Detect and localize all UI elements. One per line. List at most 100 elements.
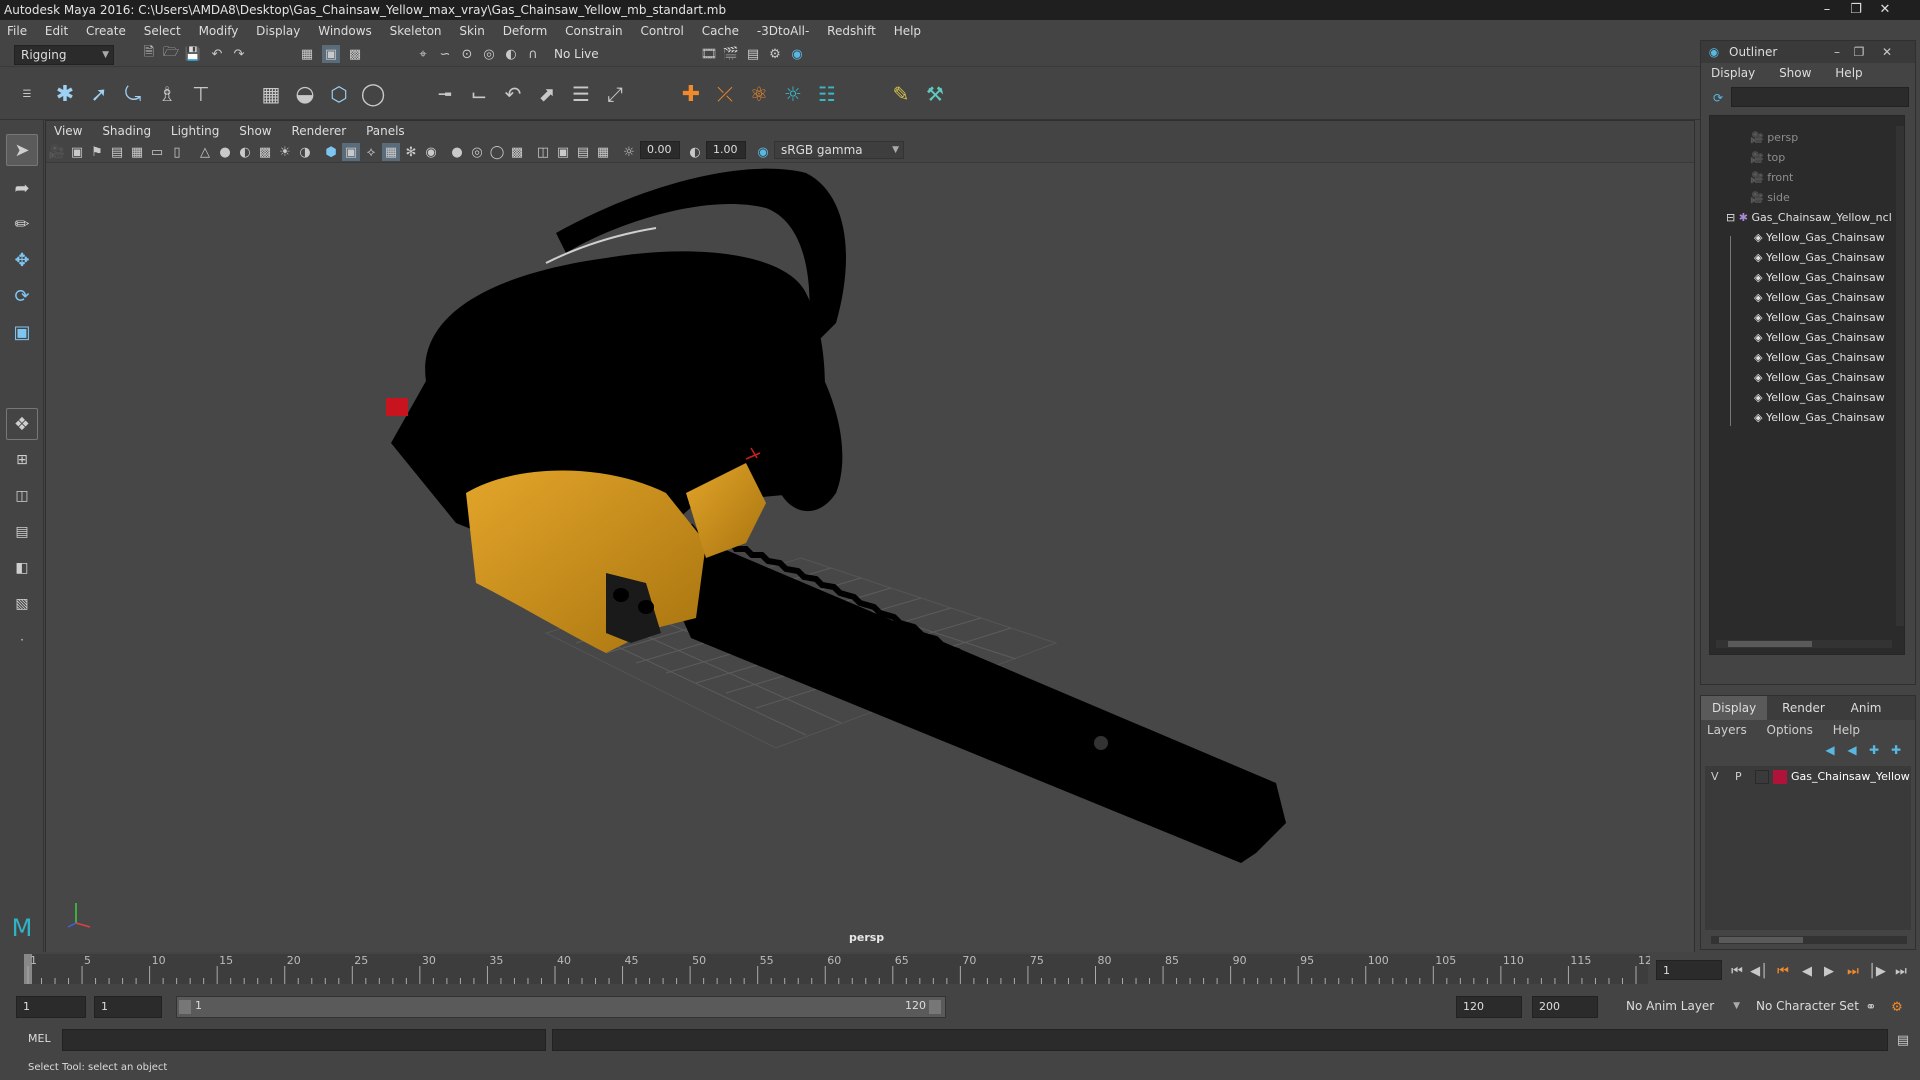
color-space-dropdown[interactable]: sRGB gamma ▼ — [774, 141, 904, 159]
layer-name[interactable]: Gas_Chainsaw_Yellow — [1791, 766, 1910, 788]
persp-hypershade-icon[interactable]: ◧ — [6, 552, 38, 584]
menu-control[interactable]: Control — [633, 20, 690, 42]
menu-set-dropdown[interactable]: Rigging ▼ — [14, 45, 114, 65]
layer-type-toggle[interactable] — [1755, 770, 1769, 784]
select-hierarchy-icon[interactable]: ▦ — [298, 45, 316, 63]
render-settings-icon[interactable]: ⚙ — [766, 45, 784, 63]
pole-vector-icon[interactable]: ⤢ — [600, 79, 630, 109]
outliner-mesh-item[interactable]: ◈ Yellow_Gas_Chainsaw — [1754, 388, 1885, 408]
ik-handle-icon[interactable]: ➚ — [84, 79, 114, 109]
step-forward-key-icon[interactable]: ⏭ — [1844, 962, 1862, 980]
outliner-menu-help[interactable]: Help — [1825, 63, 1872, 83]
range-slider[interactable]: 1 120 — [176, 996, 946, 1018]
menu-3dtoall[interactable]: -3DtoAll- — [750, 20, 816, 42]
textured-icon[interactable]: ▩ — [256, 143, 274, 161]
outliner-mesh-item[interactable]: ◈ Yellow_Gas_Chainsaw — [1754, 268, 1885, 288]
outliner-group[interactable]: ⊟ ✱ Gas_Chainsaw_Yellow_ncl — [1726, 208, 1892, 228]
move-tool-icon[interactable]: ✥ — [6, 244, 38, 276]
outliner-mesh-item[interactable]: ◈ Yellow_Gas_Chainsaw — [1754, 228, 1885, 248]
outliner-mesh-item[interactable]: ◈ Yellow_Gas_Chainsaw — [1754, 328, 1885, 348]
layer-color-swatch[interactable] — [1773, 770, 1787, 784]
wireframe-icon[interactable]: △ — [196, 143, 214, 161]
snap-point-icon[interactable]: ⊙ — [458, 45, 476, 63]
paint-weights-icon[interactable]: ✎ — [886, 79, 916, 109]
tab-anim[interactable]: Anim — [1840, 696, 1893, 720]
camera-select-icon[interactable]: 🎥 — [48, 143, 66, 161]
time-ruler[interactable]: 1 5 10 15 20 25 30 35 40 45 50 55 60 65 70 75 80 85 90 95 10… — [0, 952, 1650, 990]
ambient-occlusion-icon[interactable]: ▦ — [382, 143, 400, 161]
play-forward-icon[interactable]: ▶ — [1820, 962, 1838, 980]
vp-menu-panels[interactable]: Panels — [358, 121, 413, 141]
undo-icon[interactable]: ↶ — [208, 45, 226, 63]
command-language-label[interactable]: MEL — [28, 1032, 51, 1045]
layer-playback-toggle[interactable]: P — [1735, 766, 1742, 788]
menu-help[interactable]: Help — [887, 20, 928, 42]
point-constraint-icon[interactable]: ╼ — [430, 79, 460, 109]
four-view-icon[interactable]: ⊞ — [6, 444, 38, 476]
motion-blur-icon[interactable]: ✻ — [402, 143, 420, 161]
script-editor-icon[interactable]: ▤ — [1894, 1031, 1912, 1049]
playback-start-field[interactable]: 1 — [94, 996, 162, 1018]
hud-icon[interactable]: ◎ — [468, 143, 486, 161]
smooth-bind-icon[interactable]: ♗ — [152, 79, 182, 109]
outliner-mesh-item[interactable]: ◈ Yellow_Gas_Chainsaw — [1754, 308, 1885, 328]
outliner-tree[interactable]: 🎥 persp 🎥 top 🎥 front 🎥 side ⊟ ✱ Gas_Cha… — [1709, 115, 1905, 655]
menu-deform[interactable]: Deform — [496, 20, 555, 42]
scale-tool-icon[interactable]: ▣ — [6, 316, 38, 348]
live-surface-field[interactable]: No Live Surface — [548, 45, 648, 79]
color-management-icon[interactable]: ◉ — [754, 143, 772, 161]
start-time-field[interactable]: 1 — [16, 996, 86, 1018]
layer-visibility-toggle[interactable]: V — [1711, 766, 1719, 788]
select-tool-icon[interactable]: ➤ — [6, 134, 38, 166]
layer-row[interactable]: V P Gas_Chainsaw_Yellow — [1705, 766, 1911, 788]
layer-hscrollbar[interactable] — [1711, 936, 1907, 944]
ik-fk-icon[interactable]: ⤫ — [710, 79, 740, 109]
redo-icon[interactable]: ↷ — [230, 45, 248, 63]
move-layer-up-icon[interactable]: ◀ — [1821, 742, 1839, 758]
minimize-icon[interactable]: – — [1827, 41, 1847, 63]
joint-tool-icon[interactable]: ✱ — [50, 79, 80, 109]
vp-menu-shading[interactable]: Shading — [94, 121, 159, 141]
maximize-icon[interactable]: ❐ — [1849, 41, 1869, 63]
maximize-icon[interactable]: ❐ — [1843, 0, 1869, 20]
menu-skin[interactable]: Skin — [452, 20, 492, 42]
parent-constraint-icon[interactable]: ☰ — [566, 79, 596, 109]
character-icon[interactable]: ☷ — [812, 79, 842, 109]
gamma-icon[interactable]: ◐ — [686, 143, 704, 161]
move-layer-down-icon[interactable]: ◀ — [1843, 742, 1861, 758]
shelf-tabs-icon[interactable]: ☰ — [20, 77, 34, 111]
save-scene-icon[interactable]: 💾 — [184, 45, 202, 63]
step-back-icon[interactable]: ◀│ — [1750, 962, 1768, 980]
grid-toggle-icon[interactable]: ▦ — [128, 143, 146, 161]
ssao-icon[interactable]: ◯ — [488, 143, 506, 161]
use-lights-icon[interactable]: ☀ — [276, 143, 294, 161]
more-layouts-icon[interactable]: · — [6, 624, 38, 656]
snap-grid-icon[interactable]: ⌖ — [414, 45, 432, 63]
minimize-icon[interactable]: – — [1814, 0, 1840, 20]
outliner-camera-top[interactable]: 🎥 top — [1750, 148, 1785, 168]
outliner-menu-show[interactable]: Show — [1769, 63, 1821, 83]
close-icon[interactable]: ✕ — [1872, 0, 1898, 20]
lattice-icon[interactable]: ▦ — [256, 79, 286, 109]
open-scene-icon[interactable]: 🗁 — [162, 45, 180, 63]
gamma-field[interactable]: 1.00 — [706, 141, 746, 159]
menu-constrain[interactable]: Constrain — [558, 20, 630, 42]
menu-cache[interactable]: Cache — [695, 20, 746, 42]
single-view-icon[interactable]: ❖ — [6, 408, 38, 440]
scrollbar-thumb[interactable] — [1728, 641, 1812, 647]
snap-curve-icon[interactable]: ∽ — [436, 45, 454, 63]
refresh-icon[interactable]: ⟳ — [1709, 89, 1727, 107]
lasso-tool-icon[interactable]: ➦ — [6, 172, 38, 204]
ik-spline-icon[interactable]: ⤿ — [118, 79, 148, 109]
exposure-icon[interactable]: ☼ — [620, 143, 638, 161]
soft-mod-icon[interactable]: ◯ — [358, 79, 388, 109]
persp-graph-icon[interactable]: ▤ — [6, 516, 38, 548]
frame-selection-icon[interactable]: ◫ — [534, 143, 552, 161]
menu-redshift[interactable]: Redshift — [820, 20, 883, 42]
character-set-dropdown[interactable]: No Character Set — [1750, 996, 1862, 1018]
two-sided-icon[interactable]: ▤ — [574, 143, 592, 161]
menu-windows[interactable]: Windows — [311, 20, 379, 42]
depth-of-field-icon[interactable]: ● — [448, 143, 466, 161]
ipr-render-icon[interactable]: ▤ — [744, 45, 762, 63]
wireframe-on-shaded-icon[interactable]: ◐ — [236, 143, 254, 161]
